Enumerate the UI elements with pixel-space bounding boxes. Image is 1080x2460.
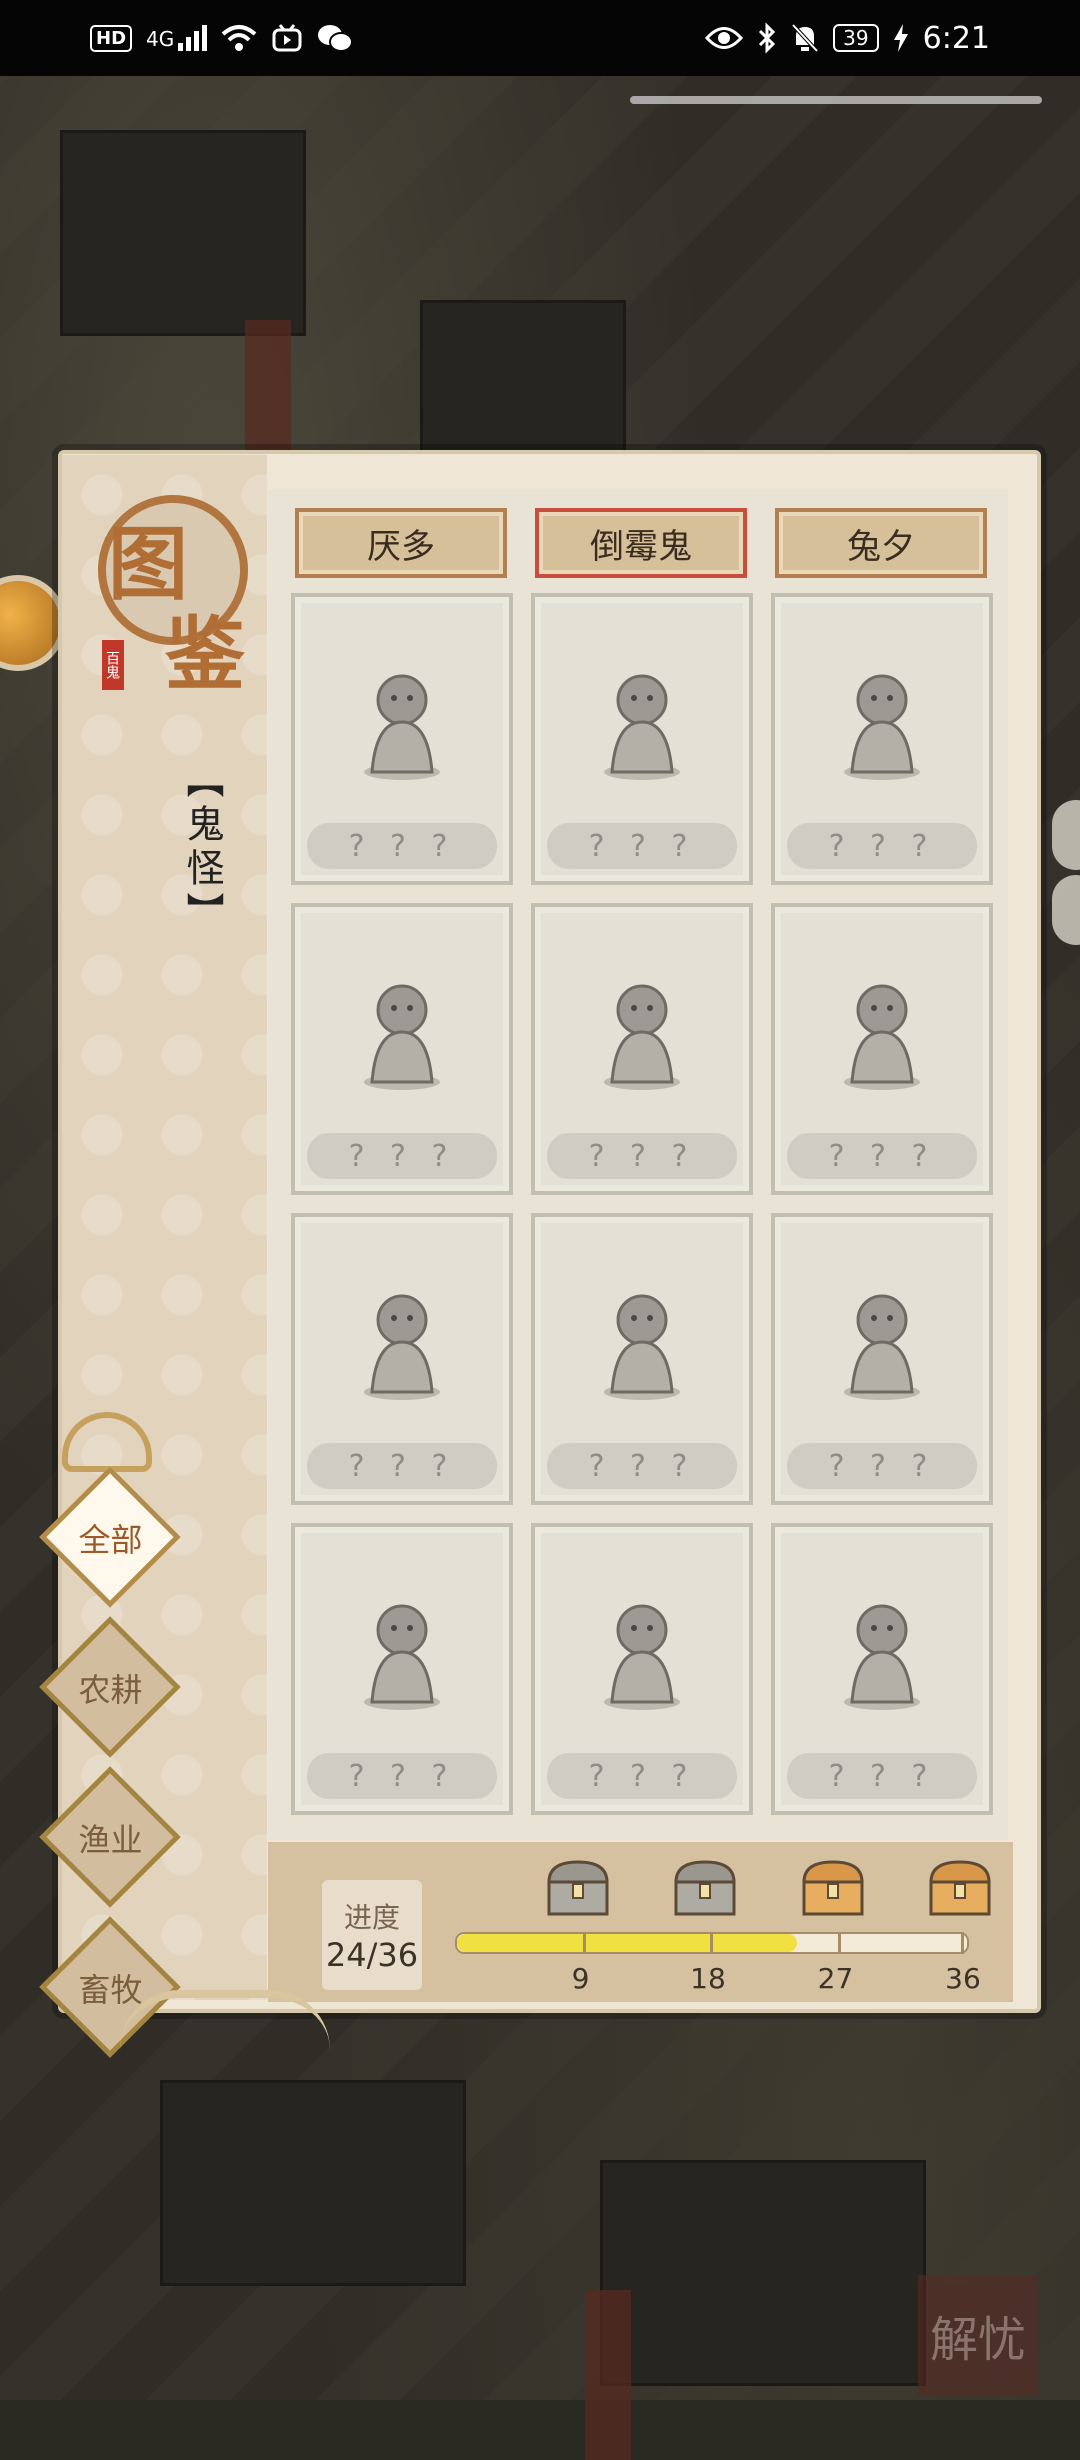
ghost-card[interactable]: ? ? ? — [771, 1523, 993, 1815]
progress-tick — [837, 1932, 841, 1954]
progress-fill — [457, 1934, 797, 1952]
straw-hat-farmer-ghost-icon — [844, 1294, 920, 1400]
milestone-label: 36 — [945, 1962, 981, 1995]
column-header: 倒霉鬼 — [535, 508, 747, 578]
background-banner — [585, 2290, 631, 2460]
ghost-card[interactable]: ? ? ? — [291, 1213, 513, 1505]
ghost-card[interactable]: ? ? ? — [291, 593, 513, 885]
background-building — [60, 130, 306, 336]
bluetooth-icon — [759, 22, 776, 54]
progress-value: 24/36 — [325, 1936, 419, 1974]
category-tab-label: 全部 — [78, 1520, 143, 1559]
milestone-label: 18 — [690, 1962, 726, 1995]
chest-shape — [674, 1860, 736, 1916]
ghost-card[interactable]: ? ? ? — [291, 903, 513, 1195]
background-building — [600, 2160, 926, 2386]
ghost-card[interactable]: ? ? ? — [291, 1523, 513, 1815]
corner-seal-button[interactable]: 解忧 — [918, 2275, 1038, 2395]
milestone-label: 27 — [817, 1962, 854, 1995]
category-tab[interactable]: 全部 — [38, 1465, 183, 1610]
ghost-card[interactable]: ? ? ? — [771, 593, 993, 885]
teapot-spirit-icon — [844, 674, 920, 780]
card-name-label: ? ? ? — [787, 1443, 977, 1489]
coffin-ghost-icon — [604, 984, 680, 1090]
wechat-icon — [318, 25, 354, 52]
card-name-label: ? ? ? — [307, 1443, 497, 1489]
charging-icon — [893, 24, 908, 52]
progress-tick — [582, 1932, 586, 1954]
silver-chest-icon[interactable] — [670, 1858, 740, 1920]
hd-icon: HD — [90, 24, 133, 52]
bird-staff-ghost-icon — [364, 1294, 440, 1400]
ghost-card[interactable]: ? ? ? — [531, 1213, 753, 1505]
card-name-label: ? ? ? — [787, 1753, 977, 1799]
right-edge-handle[interactable] — [1052, 800, 1080, 870]
category-tab[interactable]: 农耕 — [38, 1615, 183, 1760]
wifi-icon — [221, 25, 257, 51]
chest-shape — [801, 1860, 864, 1916]
progress-label: 进度 — [343, 1901, 400, 1934]
card-name-label: ? ? ? — [787, 1133, 977, 1179]
spear-warrior-ghost-icon — [604, 1294, 680, 1400]
chest-shape — [546, 1860, 609, 1916]
status-left: HD 4G — [90, 23, 354, 53]
battery-icon: 39 — [833, 24, 879, 52]
card-name-label: ? ? ? — [547, 1133, 737, 1179]
right-edge-handle[interactable] — [1052, 875, 1080, 945]
red-seal-stamp: 百鬼 — [102, 640, 124, 690]
ghost-card[interactable]: ? ? ? — [531, 903, 753, 1195]
card-name-label: ? ? ? — [787, 823, 977, 869]
background-building — [420, 300, 626, 456]
card-name-label: ? ? ? — [547, 1443, 737, 1489]
milestone-label: 9 — [571, 1962, 590, 1995]
progress-tick — [710, 1932, 713, 1954]
pull-down-handle[interactable] — [630, 96, 1042, 104]
ghost-card[interactable]: ? ? ? — [531, 1523, 753, 1815]
4g-signal-icon: 4G — [146, 25, 208, 51]
category-label: 【鬼怪】 — [180, 760, 224, 936]
gold-chest-icon[interactable] — [925, 1858, 995, 1920]
card-name-label: ? ? ? — [307, 1753, 497, 1799]
ribbon-ornament — [120, 1990, 330, 2058]
category-tab-label: 农耕 — [78, 1670, 143, 1709]
progress-box: 进度 24/36 — [322, 1880, 422, 1990]
column-header: 厌多 — [295, 508, 507, 578]
ghost-card[interactable]: ? ? ? — [771, 1213, 993, 1505]
gold-chest-icon[interactable] — [798, 1858, 868, 1920]
network-label: 4G — [146, 27, 175, 51]
robed-ghost-with-lantern-icon — [604, 674, 680, 780]
bilibili-icon — [272, 24, 302, 52]
ghost-with-horn-icon — [364, 674, 440, 780]
status-bar: HD 4G 39 6:21 — [0, 0, 1080, 76]
panel-title-char: 鉴 — [165, 607, 245, 701]
clock-time: 6:21 — [922, 20, 990, 56]
card-name-label: ? ? ? — [307, 1133, 497, 1179]
hooded-official-ghost-icon — [364, 1604, 440, 1710]
card-name-label: ? ? ? — [547, 1753, 737, 1799]
card-name-label: ? ? ? — [547, 823, 737, 869]
card-name-label: ? ? ? — [307, 823, 497, 869]
lion-dance-head-icon — [364, 984, 440, 1090]
category-tab[interactable]: 渔业 — [38, 1765, 183, 1910]
chest-shape — [929, 1860, 991, 1916]
progress-tick — [961, 1932, 964, 1954]
mute-bell-icon — [791, 23, 819, 53]
column-header: 兔夕 — [775, 508, 987, 578]
ghost-card[interactable]: ? ? ? — [771, 903, 993, 1195]
fox-spirit-icon — [844, 984, 920, 1090]
ghost-card[interactable]: ? ? ? — [531, 593, 753, 885]
status-right: 39 6:21 — [705, 21, 990, 56]
background-building — [160, 2080, 466, 2286]
category-tab-label: 渔业 — [78, 1820, 143, 1859]
fortune-god-ghost-icon — [844, 1604, 920, 1710]
silver-chest-icon[interactable] — [543, 1858, 613, 1920]
dragon-rider-ghost-icon — [604, 1604, 680, 1710]
eye-icon — [705, 27, 744, 49]
